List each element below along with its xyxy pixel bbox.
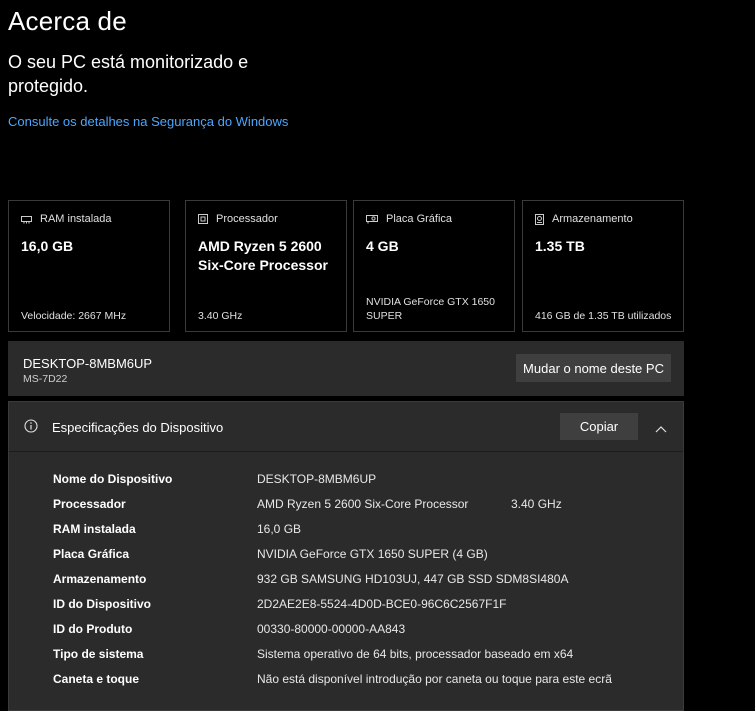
cpu-icon bbox=[198, 214, 208, 224]
ram-icon bbox=[21, 215, 32, 224]
storage-icon bbox=[535, 213, 544, 225]
spec-value: 2D2AE2E8-5524-4D0D-BCE0-96C6C2567F1F bbox=[257, 597, 507, 611]
spec-key: Processador bbox=[53, 497, 126, 511]
pc-name-bar: DESKTOP-8MBM6UP MS-7D22 Mudar o nome des… bbox=[8, 341, 684, 396]
spec-value: AMD Ryzen 5 2600 Six-Core Processor bbox=[257, 497, 469, 511]
spec-value-extra: 3.40 GHz bbox=[511, 497, 562, 511]
card-label: Placa Gráfica bbox=[386, 213, 453, 225]
specs-title: Especificações do Dispositivo bbox=[52, 420, 224, 435]
gpu-icon bbox=[366, 214, 378, 224]
protection-status: O seu PC está monitorizado e protegido. bbox=[8, 52, 249, 96]
card-ram: RAM instalada 16,0 GB Velocidade: 2667 M… bbox=[8, 200, 170, 332]
rename-pc-button[interactable]: Mudar o nome deste PC bbox=[516, 354, 671, 382]
card-value: 1.35 TB bbox=[535, 238, 585, 254]
specs-header[interactable]: Especificações do Dispositivo Copiar bbox=[9, 402, 683, 452]
card-graphics: Placa Gráfica 4 GB NVIDIA GeForce GTX 16… bbox=[353, 200, 515, 332]
pc-name: DESKTOP-8MBM6UP bbox=[23, 356, 153, 371]
spec-value: 932 GB SAMSUNG HD103UJ, 447 GB SSD SDM8S… bbox=[257, 572, 569, 586]
card-value: AMD Ryzen 5 2600 Six-Core Processor bbox=[198, 238, 328, 273]
card-detail: 3.40 GHz bbox=[198, 310, 243, 322]
copy-button[interactable]: Copiar bbox=[560, 413, 638, 440]
spec-key: Armazenamento bbox=[53, 572, 147, 586]
spec-key: ID do Produto bbox=[53, 622, 133, 636]
card-storage: Armazenamento 1.35 TB 416 GB de 1.35 TB … bbox=[522, 200, 684, 332]
spec-value: Sistema operativo de 64 bits, processado… bbox=[257, 647, 574, 661]
security-details-link[interactable]: Consulte os detalhes na Segurança do Win… bbox=[8, 114, 288, 129]
card-value: 4 GB bbox=[366, 238, 399, 254]
spec-value: NVIDIA GeForce GTX 1650 SUPER (4 GB) bbox=[257, 547, 488, 561]
card-label: RAM instalada bbox=[40, 213, 112, 225]
info-icon bbox=[24, 419, 38, 438]
chevron-up-icon[interactable] bbox=[655, 420, 667, 438]
spec-value: 00330-80000-00000-AA843 bbox=[257, 622, 406, 636]
spec-key: Caneta e toque bbox=[53, 672, 140, 686]
spec-value: DESKTOP-8MBM6UP bbox=[257, 472, 377, 486]
spec-value: 16,0 GB bbox=[257, 522, 302, 536]
card-detail: Velocidade: 2667 MHz bbox=[21, 310, 127, 322]
card-label: Processador bbox=[216, 213, 278, 225]
pc-model: MS-7D22 bbox=[23, 373, 68, 385]
page-title: Acerca de bbox=[8, 6, 127, 36]
device-specifications-panel: Especificações do Dispositivo Copiar Nom… bbox=[8, 401, 684, 711]
spec-value: Não está disponível introdução por canet… bbox=[257, 672, 612, 686]
spec-key: RAM instalada bbox=[53, 522, 136, 536]
card-detail: 416 GB de 1.35 TB utilizados bbox=[535, 310, 672, 322]
spec-key: Tipo de sistema bbox=[53, 647, 144, 661]
card-value: 16,0 GB bbox=[21, 238, 74, 254]
card-detail: NVIDIA GeForce GTX 1650 SUPER bbox=[366, 296, 495, 322]
card-label: Armazenamento bbox=[552, 213, 633, 225]
spec-key: Placa Gráfica bbox=[53, 547, 130, 561]
card-processor: Processador AMD Ryzen 5 2600 Six-Core Pr… bbox=[185, 200, 347, 332]
spec-key: ID do Dispositivo bbox=[53, 597, 152, 611]
spec-key: Nome do Dispositivo bbox=[53, 472, 173, 486]
